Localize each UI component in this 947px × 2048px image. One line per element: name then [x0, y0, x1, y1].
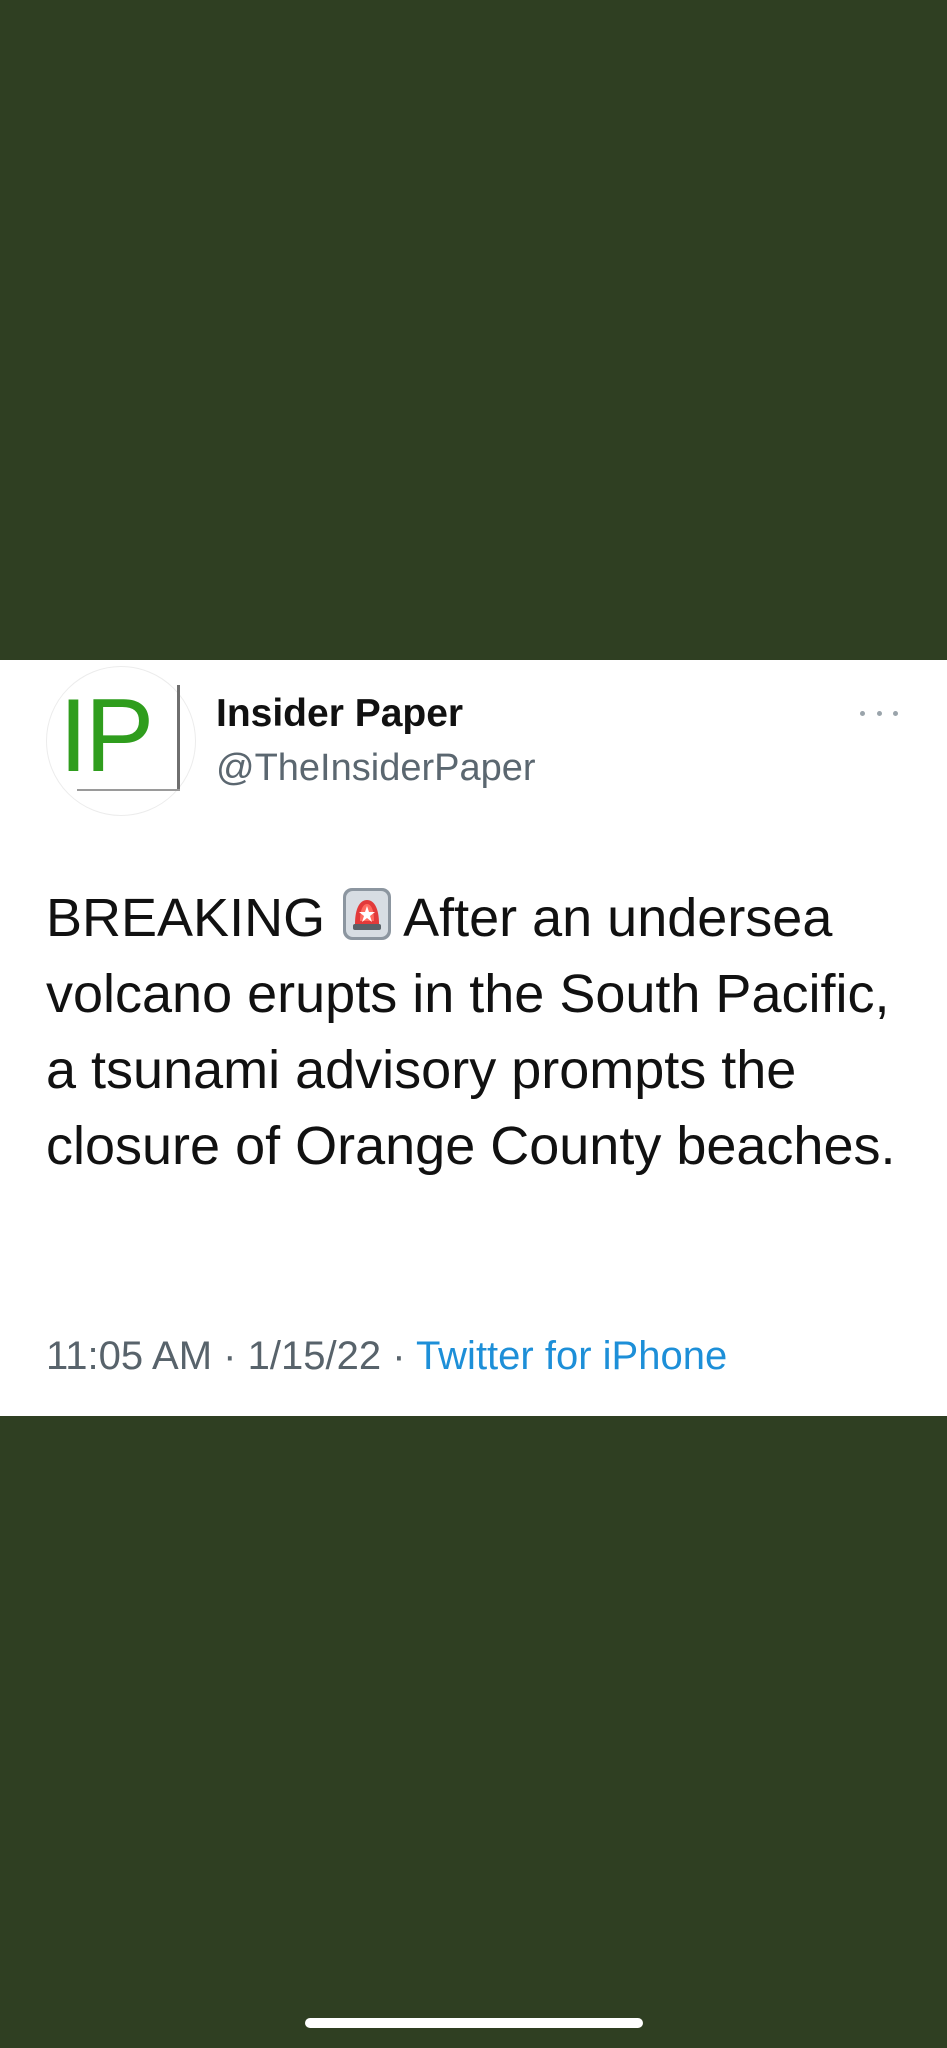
meta-separator: · [223, 1334, 237, 1378]
more-options-button[interactable] [860, 704, 898, 722]
author-display-name[interactable]: Insider Paper [216, 690, 463, 738]
meta-separator: · [392, 1334, 406, 1378]
tweet-time[interactable]: 11:05 AM [46, 1334, 212, 1378]
more-options-dot [893, 710, 898, 716]
logo-underline [77, 789, 180, 791]
more-options-dot [860, 710, 865, 716]
author-handle[interactable]: @TheInsiderPaper [216, 744, 536, 792]
more-options-dot [876, 710, 882, 716]
logo-divider [177, 685, 180, 791]
tweet-metadata: 11:05 AM · 1/15/22 · Twitter for iPhone [46, 1328, 727, 1384]
screenshot-page: IP Insider Paper @TheInsiderPaper BREAKI… [0, 0, 947, 2048]
tweet-source-link[interactable]: Twitter for iPhone [416, 1334, 727, 1378]
insider-paper-logo: IP [47, 667, 197, 817]
breaking-label: BREAKING [46, 888, 326, 948]
home-indicator[interactable] [305, 2018, 643, 2028]
tweet-body: BREAKING After an undersea volcano erupt… [46, 880, 906, 1184]
rotating-light-icon [343, 884, 392, 940]
author-avatar[interactable]: IP [46, 666, 196, 816]
tweet-date[interactable]: 1/15/22 [248, 1334, 381, 1378]
logo-text: IP [59, 678, 154, 794]
